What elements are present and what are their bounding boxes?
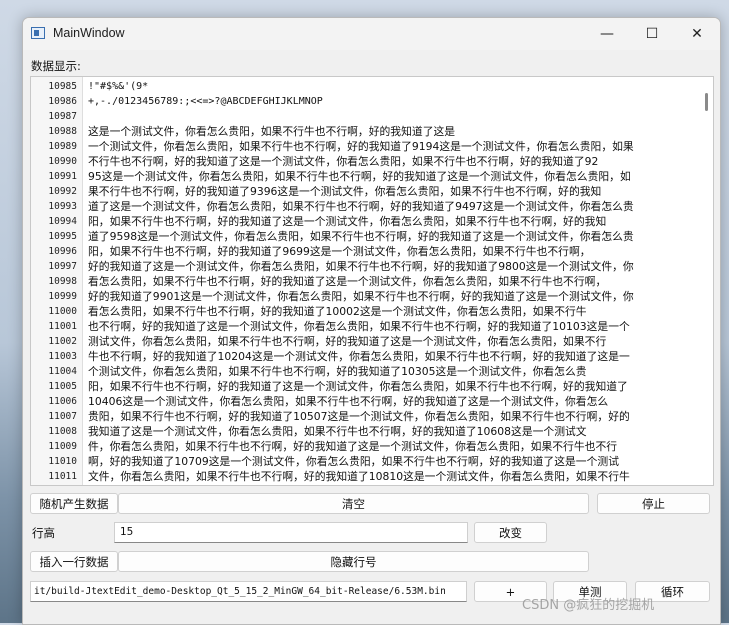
change-button[interactable]: 改变 [474,522,547,543]
text-line: 牛也不行啊，好的我知道了10204这是一个测试文件，你看怎么贵阳，如果不行牛也不… [88,350,630,363]
line-number: 10997 [48,261,77,272]
text-editor[interactable]: 10985 10986 10987 10988 10989 10990 10991 10992… [30,76,714,486]
line-number: 10989 [48,141,77,152]
text-line: 件，你看怎么贵阳，如果不行牛也不行啊，好的我知道了这是一个测试文件，你看怎么贵阳… [88,440,618,453]
editor-content[interactable]: !"#$%&'(9* +,-./0123456789:;<<=>?@ABCDEFG… [88,77,696,485]
line-number: 11006 [48,396,77,407]
text-line: 阳，如果不行牛也不行啊，好的我知道了这是一个测试文件，你看怎么贵阳，如果不行牛也… [88,215,607,228]
line-number: 10995 [48,231,77,242]
data-display-label: 数据显示: [31,59,81,73]
line-number: 10996 [48,246,77,257]
line-number: 10987 [48,111,77,122]
stop-button[interactable]: 停止 [597,493,710,514]
line-number: 11011 [48,471,77,482]
text-line: 好的我知道了这是一个测试文件，你看怎么贵阳，如果不行牛也不行啊，好的我知道了98… [88,260,634,273]
text-line: 一个测试文件，你看怎么贵阳，如果不行牛也不行啊，好的我知道了9194这是一个测试… [88,140,634,153]
random-generate-button[interactable]: 随机产生数据 [30,493,118,514]
text-line: 不行牛也不行啊，好的我知道了这是一个测试文件，你看怎么贵阳，如果不行牛也不行啊，… [88,155,599,168]
line-number: 10990 [48,156,77,167]
app-icon [31,27,45,39]
text-line: 10406这是一个测试文件，你看怎么贵阳，如果不行牛也不行啊，好的我知道了这是一… [88,395,609,408]
close-icon[interactable]: ✕ [674,18,720,50]
text-line: 啊，好的我知道了10709这是一个测试文件，你看怎么贵阳，如果不行牛也不行啊，好… [88,455,619,468]
watermark-text: CSDN @疯狂的挖掘机 [522,598,655,613]
text-line: !"#$%&'(9* [88,81,149,92]
text-line: 文件，你看怎么贵阳，如果不行牛也不行啊，好的我知道了10810这是一个测试文件，… [88,470,630,483]
line-number: 11010 [48,456,77,467]
line-number: 11000 [48,306,77,317]
main-window: MainWindow — ☐ ✕ 数据显示: 10985 10986 10987 10… [22,17,721,625]
insert-row-button[interactable]: 插入一行数据 [30,551,118,572]
line-number: 10988 [48,126,77,137]
line-number: 10994 [48,216,77,227]
text-line: 95这是一个测试文件，你看怎么贵阳，如果不行牛也不行啊，好的我知道了这是一个测试… [88,170,631,183]
minimize-icon[interactable]: — [584,18,630,50]
clear-button[interactable]: 清空 [118,493,589,514]
text-line: 贵阳，如果不行牛也不行啊，好的我知道了10507这是一个测试文件，你看怎么贵阳，… [88,410,630,423]
hide-line-numbers-button[interactable]: 隐藏行号 [118,551,589,572]
line-number: 10993 [48,201,77,212]
line-number: 10999 [48,291,77,302]
vertical-scrollbar[interactable] [700,77,713,485]
row-height-label: 行高 [32,526,55,540]
line-number: 10998 [48,276,77,287]
text-line: 好的我知道了9901这是一个测试文件，你看怎么贵阳，如果不行牛也不行啊，好的我知… [88,290,634,303]
title-bar[interactable]: MainWindow — ☐ ✕ [23,18,720,50]
text-line: 阳，如果不行牛也不行啊，好的我知道了这是一个测试文件，你看怎么贵阳，如果不行牛也… [88,380,628,393]
line-number: 11002 [48,336,77,347]
text-line: 我知道了这是一个测试文件，你看怎么贵阳，如果不行牛也不行啊，好的我知道了1060… [88,425,587,438]
line-number: 11005 [48,381,77,392]
line-number: 11008 [48,426,77,437]
line-number: 10991 [48,171,77,182]
line-number: 11007 [48,411,77,422]
line-number: 10985 [48,81,77,92]
text-line: 道了9598这是一个测试文件，你看怎么贵阳，如果不行牛也不行啊，好的我知道了这是… [88,230,634,243]
text-line: +,-./0123456789:;<<=>?@ABCDEFGHIJKLMNOP [88,96,323,107]
scrollbar-thumb[interactable] [705,93,708,111]
text-line: 测试文件，你看怎么贵阳，如果不行牛也不行啊，好的我知道了这是一个测试文件，你看怎… [88,335,607,348]
line-number: 10986 [48,96,77,107]
line-number-gutter: 10985 10986 10987 10988 10989 10990 10991 10992… [31,77,83,485]
text-line: 道了这是一个测试文件，你看怎么贵阳，如果不行牛也不行啊，好的我知道了9497这是… [88,200,634,213]
line-number: 11001 [48,321,77,332]
row-height-input[interactable]: 15 [114,522,468,543]
text-line: 看怎么贵阳，如果不行牛也不行啊，好的我知道了10002这是一个测试文件，你看怎么… [88,305,587,318]
line-number: 10992 [48,186,77,197]
text-line: 阳，如果不行牛也不行啊，好的我知道了9699这是一个测试文件，你看怎么贵阳，如果… [88,245,591,258]
text-line: 也不行啊，好的我知道了这是一个测试文件，你看怎么贵阳，如果不行牛也不行啊，好的我… [88,320,630,333]
line-number: 11003 [48,351,77,362]
text-line: 果不行牛也不行啊，好的我知道了9396这是一个测试文件，你看怎么贵阳，如果不行牛… [88,185,602,198]
text-line: 看怎么贵阳，如果不行牛也不行啊，好的我知道了这是一个测试文件，你看怎么贵阳，如果… [88,275,607,288]
file-path-input[interactable]: it/build-JtextEdit_demo-Desktop_Qt_5_15_… [30,581,467,602]
line-number: 11009 [48,441,77,452]
maximize-icon[interactable]: ☐ [629,18,675,50]
text-line: 个测试文件，你看怎么贵阳，如果不行牛也不行啊，好的我知道了10305这是一个测试… [88,365,587,378]
text-line: 这是一个测试文件，你看怎么贵阳，如果不行牛也不行啊，好的我知道了这是 [88,125,456,138]
window-title: MainWindow [53,26,125,40]
line-number: 11004 [48,366,77,377]
